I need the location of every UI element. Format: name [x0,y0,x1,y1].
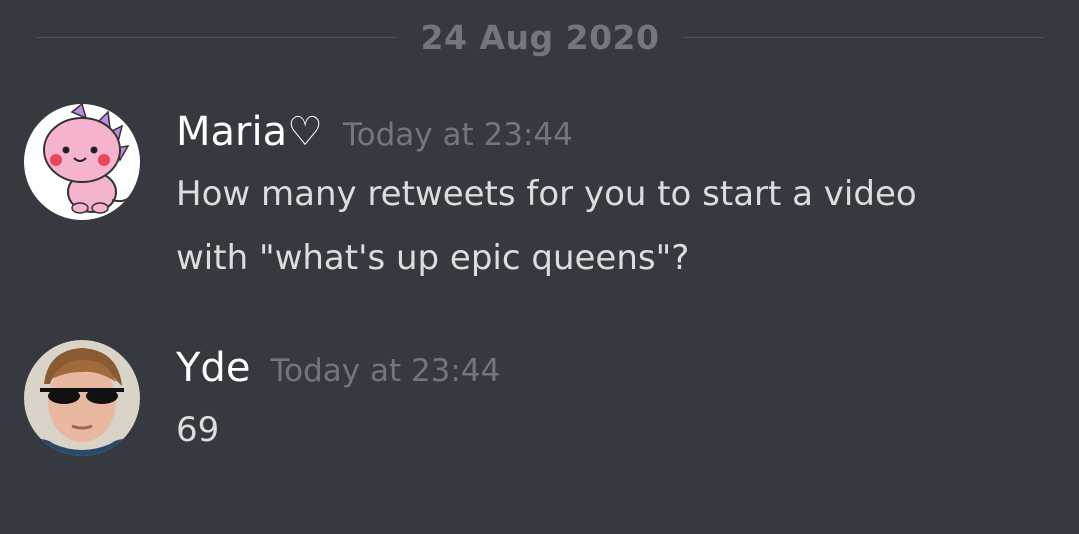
pink-dinosaur-avatar-icon [24,104,140,220]
username[interactable]: Yde [176,340,250,396]
message-text-line: 69 [176,410,220,450]
message-content: Maria♡ Today at 23:44 How many retweets … [176,104,1059,290]
divider-line-left [36,36,397,38]
message-timestamp: Today at 23:44 [342,117,573,153]
user-photo-avatar-icon [24,340,140,456]
avatar[interactable] [24,104,140,220]
message-header: Yde Today at 23:44 [176,340,1059,396]
message-text: How many retweets for you to start a vid… [176,162,1059,290]
divider-line-right [683,36,1044,38]
chat-area: 24 Aug 2020 Maria♡ Today at 23:44 How ma… [0,0,1079,534]
avatar[interactable] [24,340,140,456]
username[interactable]: Maria♡ [176,104,323,160]
message-timestamp: Today at 23:44 [270,353,501,389]
date-divider: 24 Aug 2020 [36,15,1044,59]
message-text-line: with "what's up epic queens"? [176,238,690,278]
message-header: Maria♡ Today at 23:44 [176,104,1059,160]
message-text-line: How many retweets for you to start a vid… [176,174,917,214]
message-content: Yde Today at 23:44 69 [176,340,1059,462]
date-divider-label: 24 Aug 2020 [420,17,660,57]
message-text: 69 [176,398,1059,462]
